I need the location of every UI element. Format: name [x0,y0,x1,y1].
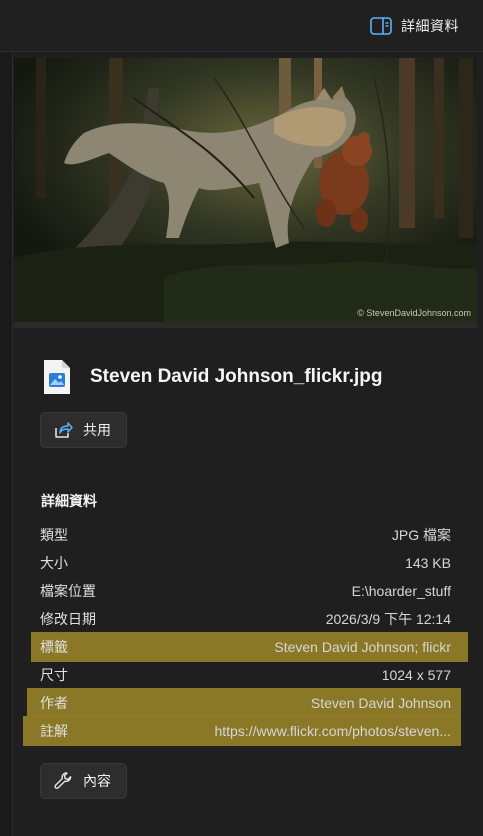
share-button[interactable]: 共用 [40,412,127,448]
details-pane-label: 詳細資料 [401,18,459,34]
detail-value: JPG 檔案 [391,527,451,543]
detail-row-comments: 註解 https://www.flickr.com/photos/steven.… [40,717,451,745]
detail-key: 作者 [40,695,68,711]
detail-value: 1024 x 577 [381,667,451,683]
preview-image: © StevenDavidJohnson.com [14,58,477,322]
detail-row-location: 檔案位置 E:\hoarder_stuff [40,577,451,605]
details-pane-icon [370,17,392,35]
image-file-icon [44,360,70,394]
detail-row-modified: 修改日期 2026/3/9 下午 12:14 [40,605,451,633]
wrench-icon [54,772,72,789]
file-name: Steven David Johnson_flickr.jpg [90,366,383,387]
detail-value: 2026/3/9 下午 12:14 [325,611,451,627]
detail-key: 標籤 [40,639,68,655]
photo-watermark: © StevenDavidJohnson.com [357,308,471,318]
share-label: 共用 [83,422,111,438]
detail-row-author: 作者 Steven David Johnson [40,689,451,717]
detail-value[interactable]: E:\hoarder_stuff [352,583,451,599]
detail-key: 註解 [40,723,68,739]
detail-value: https://www.flickr.com/photos/steven... [214,723,451,739]
detail-key: 類型 [40,527,68,543]
detail-row-dimensions: 尺寸 1024 x 577 [40,661,451,689]
toolbar: 詳細資料 [0,0,483,52]
preview-divider [14,322,477,328]
detail-value: Steven David Johnson; flickr [274,639,451,655]
coyote-photo [14,58,477,322]
share-icon [55,422,73,438]
detail-row-size: 大小 143 KB [40,549,451,577]
details-section-title: 詳細資料 [41,493,97,509]
detail-value: 143 KB [405,555,451,571]
details-pane-button[interactable]: 詳細資料 [370,13,459,39]
properties-button[interactable]: 內容 [40,763,127,799]
detail-value: Steven David Johnson [310,695,451,711]
properties-label: 內容 [83,773,111,789]
detail-row-type: 類型 JPG 檔案 [40,521,451,549]
pane-splitter[interactable] [0,53,12,836]
detail-key: 檔案位置 [40,583,96,599]
detail-key: 修改日期 [40,611,96,627]
detail-row-tags: 標籤 Steven David Johnson; flickr [40,633,451,661]
file-header: Steven David Johnson_flickr.jpg [42,357,382,397]
detail-key: 尺寸 [40,667,68,683]
detail-key: 大小 [40,555,68,571]
